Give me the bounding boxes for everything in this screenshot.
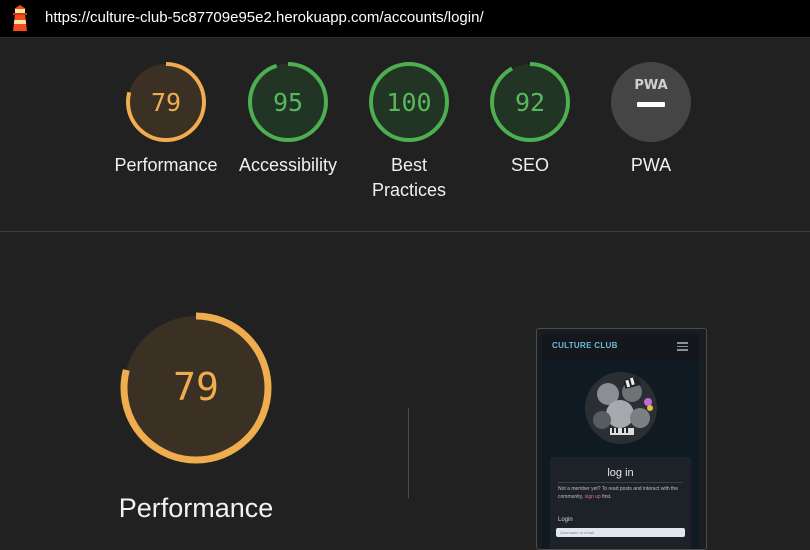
- pwa-icon: PWA: [634, 78, 667, 93]
- gauge-performance[interactable]: 79 Performance: [106, 38, 226, 178]
- gauge-label: Best Practices: [349, 153, 469, 203]
- gauge-score: 92: [515, 88, 545, 117]
- gauge-best-practices[interactable]: 100 Best Practices: [349, 38, 469, 203]
- gauge-pwa[interactable]: PWA PWA: [591, 38, 711, 178]
- signup-prompt-text: Not a member yet? To read posts and inte…: [558, 486, 678, 500]
- login-field-label: Login: [558, 517, 573, 523]
- page-url[interactable]: https://culture-club-5c87709e95e2.heroku…: [45, 9, 484, 26]
- gauge-label-line: Practices: [371, 180, 447, 200]
- gauge-label: SEO: [510, 155, 549, 175]
- gauge-score: 79: [151, 88, 181, 117]
- screenshot-navbar: CULTURE CLUB: [542, 334, 699, 361]
- section-divider: [0, 231, 810, 232]
- performance-title: Performance: [118, 493, 274, 523]
- card-divider: [558, 482, 683, 483]
- culture-collage-image: [585, 372, 657, 444]
- gauge-seo[interactable]: 92 SEO: [470, 38, 590, 178]
- login-heading: log in: [607, 467, 634, 479]
- pwa-dash-icon: [637, 102, 665, 107]
- gauge-label: Performance: [114, 155, 218, 175]
- score-summary: 79 Performance 95 Accessibility 100 Best…: [0, 38, 810, 231]
- gauge-label: PWA: [630, 155, 672, 175]
- gauge-label: Accessibility: [238, 155, 338, 175]
- gauge-accessibility[interactable]: 95 Accessibility: [228, 38, 348, 178]
- performance-gauge-large: 79: [118, 310, 274, 471]
- screenshot-brand: CULTURE CLUB: [552, 341, 618, 350]
- screenshot-body: log in Not a member yet? To read posts a…: [542, 360, 699, 549]
- final-screenshot: CULTURE CLUB log in Not a member yet? To…: [536, 328, 707, 550]
- gauge-score: 100: [386, 88, 431, 117]
- hamburger-icon: [677, 342, 688, 351]
- signup-link: sign up: [584, 494, 601, 500]
- gauge-score: 95: [273, 88, 303, 117]
- lighthouse-icon: [13, 5, 27, 31]
- login-card: log in Not a member yet? To read posts a…: [550, 457, 691, 549]
- address-bar: https://culture-club-5c87709e95e2.heroku…: [0, 0, 810, 38]
- vertical-divider: [408, 408, 409, 498]
- login-input-preview: Username or email: [556, 528, 685, 537]
- gauge-score: 79: [173, 365, 219, 409]
- signup-prompt-end: first.: [602, 494, 612, 500]
- signup-prompt: Not a member yet? To read posts and inte…: [558, 485, 686, 501]
- gauge-label-line: Best: [390, 155, 428, 175]
